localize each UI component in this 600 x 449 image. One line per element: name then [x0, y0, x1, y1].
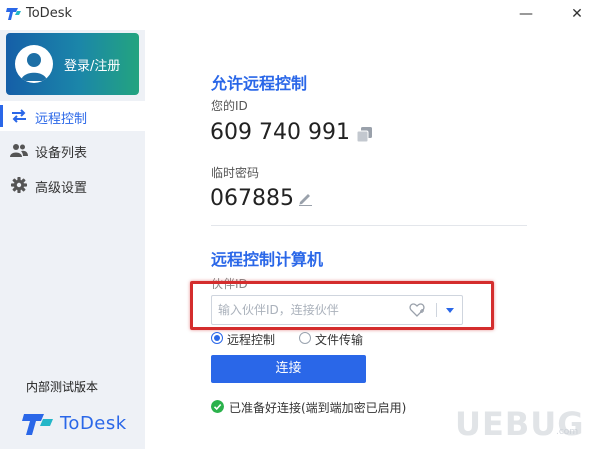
- active-indicator: [0, 105, 3, 127]
- your-id-label: 您的ID: [211, 99, 248, 113]
- main-panel: 允许远程控制 您的ID 609 740 991 临时密码 067885 远程控制…: [145, 30, 600, 449]
- sidebar-item-remote-control[interactable]: 远程控制: [0, 101, 145, 131]
- watermark-sub-text: .com: [556, 427, 579, 437]
- your-id-value: 609 740 991: [210, 120, 350, 145]
- brand-text: ToDesk: [60, 413, 127, 434]
- mode-remote-control-label: 远程控制: [227, 333, 276, 347]
- sidebar-item-label: 远程控制: [35, 112, 88, 127]
- close-button[interactable]: ✕: [567, 4, 587, 24]
- watermark-text: UEBUG: [455, 405, 585, 443]
- sidebar: 登录/注册 远程控制 设备列表 高级设置 内部测试版本 ToDesk: [0, 30, 145, 449]
- radio-unselected-icon: [299, 332, 311, 344]
- section-divider: [211, 225, 527, 226]
- check-circle-icon: [211, 400, 224, 413]
- radio-selected-icon: [211, 332, 223, 344]
- edit-pencil-icon[interactable]: [298, 191, 313, 206]
- temp-password-value: 067885: [210, 186, 294, 211]
- swap-arrows-icon: [12, 109, 26, 123]
- brand-logo: ToDesk: [22, 411, 137, 439]
- sidebar-item-label: 高级设置: [35, 181, 88, 196]
- users-icon: [10, 144, 28, 157]
- status-text: 已准备好连接(端到端加密已启用): [229, 401, 407, 415]
- avatar-icon: [15, 45, 53, 83]
- title-bar: ToDesk — ✕: [0, 0, 600, 31]
- temp-password-label: 临时密码: [211, 166, 260, 180]
- sidebar-item-advanced-settings[interactable]: 高级设置: [0, 170, 145, 200]
- red-highlight-annotation: [190, 281, 494, 330]
- login-register-label: 登录/注册: [64, 59, 121, 74]
- remote-control-computer-title: 远程控制计算机: [211, 250, 324, 269]
- mode-file-transfer-label: 文件传输: [315, 333, 364, 347]
- version-label: 内部测试版本: [26, 380, 99, 394]
- login-card[interactable]: 登录/注册: [6, 33, 139, 95]
- copy-icon[interactable]: [357, 127, 372, 142]
- window-title: ToDesk: [26, 6, 72, 21]
- sidebar-item-device-list[interactable]: 设备列表: [0, 135, 145, 165]
- gear-icon: [11, 177, 27, 193]
- todesk-logo-icon: [6, 8, 21, 20]
- allow-remote-title: 允许远程控制: [211, 74, 308, 93]
- sidebar-item-label: 设备列表: [35, 146, 88, 161]
- connect-button[interactable]: 连接: [211, 355, 366, 383]
- todesk-brand-icon: [22, 414, 53, 435]
- minimize-button[interactable]: —: [516, 4, 536, 24]
